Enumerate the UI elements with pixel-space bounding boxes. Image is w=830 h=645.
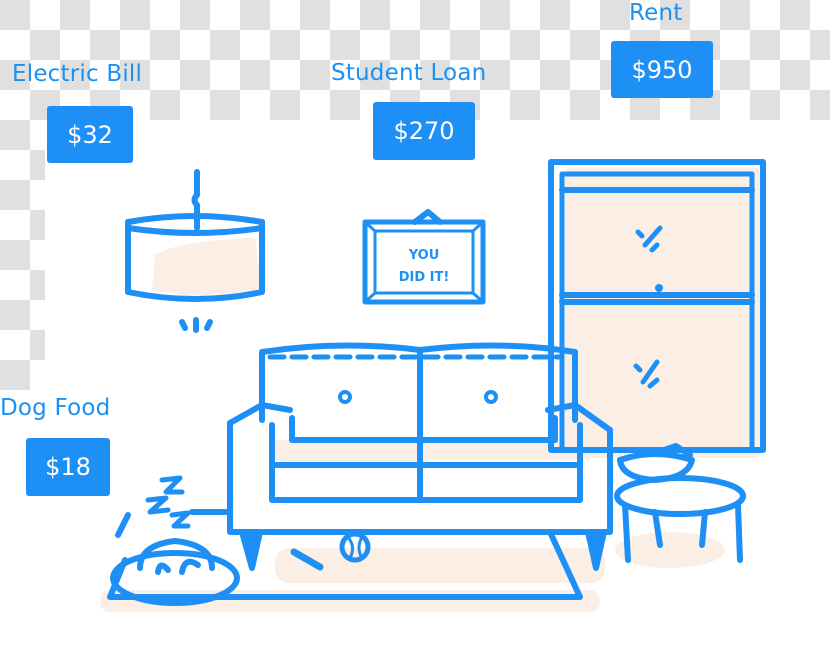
expense-label-dog-food: Dog Food (0, 395, 111, 421)
frame-text-line1: YOU (408, 248, 440, 263)
expense-amount-electric-bill: $32 (47, 106, 133, 163)
expense-amount-dog-food: $18 (26, 438, 110, 496)
sleep-zzz-icon (145, 475, 191, 529)
expense-label-electric-bill: Electric Bill (12, 61, 143, 87)
frame-text-line2: DID IT! (399, 270, 450, 285)
expense-amount-student-loan: $270 (373, 102, 475, 160)
expense-label-student-loan: Student Loan (331, 60, 487, 86)
expense-label-rent: Rent (629, 0, 683, 26)
expense-amount-rent: $950 (611, 41, 713, 98)
